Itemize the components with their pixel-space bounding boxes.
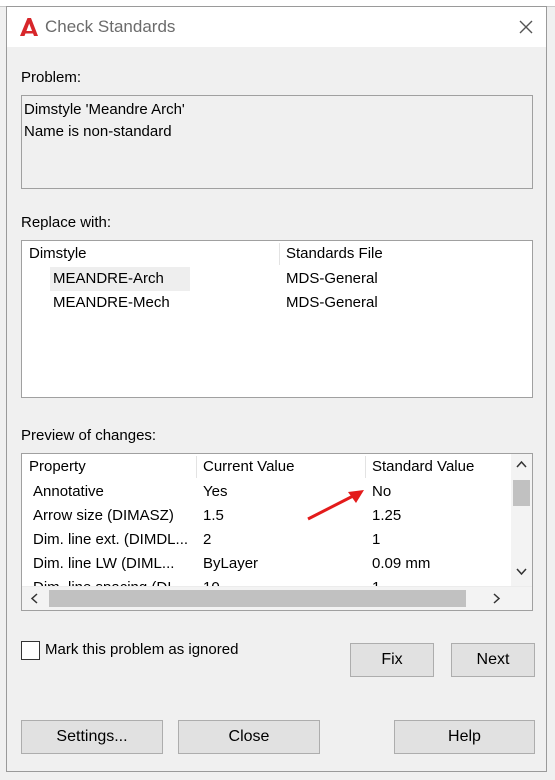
preview-grid[interactable]: Property Current Value Standard Value An… [21, 453, 533, 611]
autocad-logo-icon [20, 18, 38, 36]
chevron-up-icon[interactable] [516, 460, 527, 468]
help-button[interactable]: Help [394, 720, 535, 754]
check-standards-dialog: Check Standards Problem: Dimstyle 'Meand… [6, 6, 547, 772]
settings-button[interactable]: Settings... [21, 720, 163, 754]
table-row[interactable]: Arrow size (DIMASZ) 1.5 1.25 [22, 504, 512, 528]
problem-description: Dimstyle 'Meandre Arch' Name is non-stan… [21, 95, 533, 189]
window-title: Check Standards [45, 17, 176, 36]
problem-line-1: Dimstyle 'Meandre Arch' [24, 101, 185, 118]
table-row[interactable]: Dim. line LW (DIML... ByLayer 0.09 mm [22, 552, 512, 576]
close-icon[interactable] [514, 15, 538, 39]
ignore-checkbox-label[interactable]: Mark this problem as ignored [45, 641, 238, 658]
standard-value-cell: 0.09 mm [372, 555, 431, 572]
ignore-checkbox[interactable] [21, 641, 40, 660]
chevron-right-icon[interactable] [493, 593, 501, 604]
annotation-arrow-icon [307, 490, 364, 521]
standard-value-cell: No [372, 483, 392, 500]
list-item-file: MDS-General [286, 294, 378, 311]
problem-line-2: Name is non-standard [24, 123, 172, 140]
preview-label: Preview of changes: [21, 427, 157, 444]
horizontal-scrollbar[interactable] [22, 586, 532, 610]
current-value-cell: ByLayer [203, 555, 259, 572]
column-divider [196, 456, 197, 478]
current-value-cell: Yes [203, 483, 228, 500]
replace-with-label: Replace with: [21, 214, 112, 231]
list-item-dimstyle[interactable]: MEANDRE-Arch [53, 267, 164, 291]
standard-value-cell: 1.25 [372, 507, 402, 524]
title-bar: Check Standards [7, 7, 546, 47]
property-cell: Arrow size (DIMASZ) [33, 507, 174, 524]
current-value-cell: 2 [203, 531, 212, 548]
problem-label: Problem: [21, 69, 82, 86]
column-header-standards-file[interactable]: Standards File [286, 243, 383, 265]
property-cell: Annotative [33, 483, 104, 500]
column-divider [279, 243, 280, 265]
standard-value-cell: 1 [372, 531, 381, 548]
vertical-scrollbar[interactable] [511, 454, 532, 588]
property-cell: Dim. line ext. (DIMDL... [33, 531, 189, 548]
chevron-left-icon[interactable] [30, 593, 38, 604]
column-divider [365, 456, 366, 478]
list-item-file: MDS-General [286, 270, 378, 287]
current-value-cell: 1.5 [203, 507, 224, 524]
scrollbar-thumb[interactable] [513, 480, 530, 506]
list-item-dimstyle[interactable]: MEANDRE-Mech [53, 291, 170, 315]
fix-button[interactable]: Fix [350, 643, 434, 677]
column-header-property[interactable]: Property [29, 456, 86, 478]
replace-with-list[interactable]: Dimstyle Standards File MEANDRE-Arch MDS… [21, 240, 533, 398]
column-header-dimstyle[interactable]: Dimstyle [29, 243, 87, 265]
column-header-standard-value[interactable]: Standard Value [372, 456, 474, 478]
property-cell: Dim. line LW (DIML... [33, 555, 175, 572]
column-header-current-value[interactable]: Current Value [203, 456, 294, 478]
scrollbar-thumb[interactable] [49, 590, 466, 607]
next-button[interactable]: Next [451, 643, 535, 677]
close-button[interactable]: Close [178, 720, 320, 754]
table-row[interactable]: Annotative Yes No [22, 480, 512, 504]
table-row[interactable]: Dim. line ext. (DIMDL... 2 1 [22, 528, 512, 552]
chevron-down-icon[interactable] [516, 568, 527, 576]
